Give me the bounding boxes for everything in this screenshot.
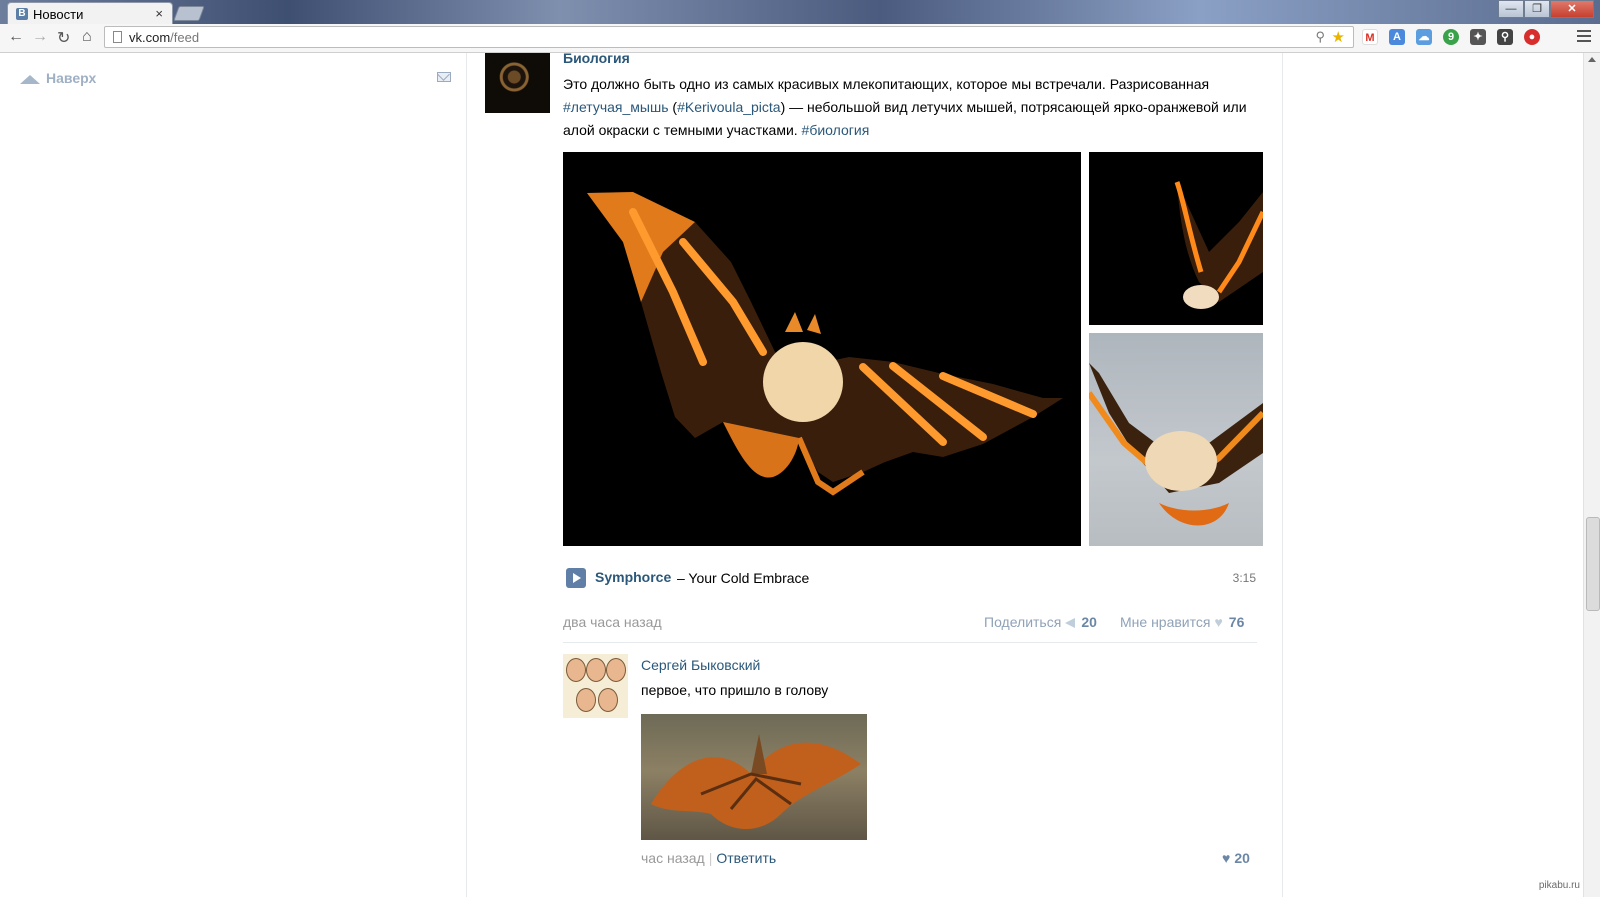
- comment-separator: |: [708, 850, 713, 866]
- avatar-face: [566, 658, 586, 682]
- star-icon[interactable]: ★: [1332, 28, 1345, 46]
- feed-right-border: [1282, 53, 1283, 897]
- like-count: 76: [1228, 614, 1245, 630]
- scroll-up-icon[interactable]: [1588, 57, 1596, 62]
- heart-icon: ♥: [1222, 850, 1231, 866]
- comment-photo[interactable]: [641, 714, 867, 840]
- share-label: Поделиться: [984, 614, 1062, 630]
- comments-divider: [563, 642, 1257, 643]
- group-avatar[interactable]: [485, 53, 550, 113]
- tab-title: Новости: [33, 7, 84, 22]
- window-titlebar: B Новости × — ❐ ✕: [0, 0, 1600, 24]
- share-count: 20: [1081, 614, 1097, 630]
- post-meta: два часа назад Поделиться 20 Мне нравится…: [563, 614, 1257, 634]
- address-bar[interactable]: vk.com/feed ⚲ ★: [104, 26, 1354, 48]
- bat-illustration: [587, 192, 1063, 496]
- vk-feed-page: Наверх Биология Это должно быть одно из …: [0, 50, 1600, 897]
- post-text-part2: (: [668, 99, 678, 115]
- audio-title: – Your Cold Embrace: [677, 570, 810, 586]
- feed-left-border: [466, 53, 467, 897]
- mail-icon[interactable]: [437, 72, 451, 82]
- audio-artist-link[interactable]: Symphorce: [595, 569, 671, 585]
- link-extension-icon[interactable]: ⚲: [1497, 29, 1513, 45]
- avatar-face: [576, 688, 596, 712]
- up-arrow-icon: [20, 75, 40, 84]
- comment-author-link[interactable]: Сергей Быковский: [641, 657, 760, 673]
- audio-duration: 3:15: [1232, 571, 1256, 585]
- hashtag-bat-link[interactable]: #летучая_мышь: [563, 99, 669, 115]
- post-author-link[interactable]: Биология: [563, 50, 630, 66]
- bat-closeup-illustration: [1089, 363, 1263, 526]
- vk-favicon-icon: B: [16, 8, 28, 20]
- url-path: /feed: [170, 30, 200, 45]
- scroll-top-button[interactable]: Наверх: [20, 70, 96, 86]
- like-button[interactable]: Мне нравится ♥ 76: [1120, 614, 1244, 630]
- like-label: Мне нравится: [1120, 614, 1211, 630]
- scroll-thumb[interactable]: [1586, 517, 1600, 611]
- forward-icon[interactable]: →: [32, 28, 48, 46]
- zoom-icon[interactable]: ⚲: [1315, 29, 1325, 45]
- translate-extension-icon[interactable]: A: [1389, 29, 1405, 45]
- evernote-extension-icon[interactable]: 9: [1443, 29, 1459, 45]
- heart-icon: ♥: [1214, 614, 1223, 630]
- reply-button[interactable]: Ответить: [716, 850, 776, 866]
- gmail-extension-icon[interactable]: M: [1362, 29, 1378, 45]
- comment-time-link[interactable]: час назад: [641, 850, 705, 866]
- post-text-part1: Это должно быть одно из самых красивых м…: [563, 76, 1210, 92]
- menu-icon[interactable]: [1577, 30, 1591, 45]
- hashtag-species-link[interactable]: #Kerivoula_picta: [677, 99, 781, 115]
- cloud-extension-icon[interactable]: ☁: [1416, 29, 1432, 45]
- maximize-button[interactable]: ❐: [1524, 0, 1550, 18]
- comment-avatar[interactable]: [563, 654, 628, 718]
- back-icon[interactable]: ←: [8, 28, 24, 46]
- url-host: vk.com: [129, 30, 171, 45]
- post-photo-side-2[interactable]: [1089, 333, 1263, 546]
- comment-like-button[interactable]: ♥ 20: [1222, 850, 1250, 866]
- share-button[interactable]: Поделиться 20: [984, 614, 1097, 630]
- play-icon[interactable]: [566, 568, 586, 588]
- browser-tab[interactable]: B Новости ×: [7, 2, 173, 24]
- bat-illustration-small: [1174, 181, 1263, 309]
- audio-attachment: Symphorce – Your Cold Embrace 3:15: [566, 567, 1256, 589]
- post-text: Это должно быть одно из самых красивых м…: [563, 73, 1253, 142]
- adblock-extension-icon[interactable]: ●: [1524, 29, 1540, 45]
- tab-close-button[interactable]: ×: [155, 6, 163, 21]
- browser-toolbar: ← → ↻ ⌂ vk.com/feed ⚲ ★ M A ☁ 9 ✦ ⚲ ●: [0, 24, 1600, 53]
- page-icon: [113, 31, 122, 43]
- new-tab-button[interactable]: [173, 6, 205, 21]
- scroll-top-label: Наверх: [46, 70, 97, 86]
- comment-meta: час назад | Ответить: [641, 850, 776, 866]
- avatar-face: [606, 658, 626, 682]
- window-controls: — ❐ ✕: [1498, 0, 1594, 18]
- home-icon[interactable]: ⌂: [82, 28, 92, 46]
- page-scrollbar[interactable]: [1583, 53, 1600, 897]
- url-text[interactable]: vk.com/feed: [129, 30, 199, 45]
- watermark-text: pikabu.ru: [1538, 880, 1580, 891]
- dragon-illustration: [651, 734, 861, 829]
- hashtag-biology-link[interactable]: #биология: [802, 122, 870, 138]
- comment-text: первое, что пришло в голову: [641, 682, 829, 698]
- post-photo-main[interactable]: [563, 152, 1081, 546]
- close-window-button[interactable]: ✕: [1550, 0, 1594, 18]
- puzzle-extension-icon[interactable]: ✦: [1470, 29, 1486, 45]
- comment-like-count: 20: [1234, 850, 1250, 866]
- avatar-face: [598, 688, 618, 712]
- avatar-face: [586, 658, 606, 682]
- reload-icon[interactable]: ↻: [57, 28, 70, 48]
- minimize-button[interactable]: —: [1498, 0, 1524, 18]
- post-time-link[interactable]: два часа назад: [563, 614, 662, 630]
- post-photo-side-1[interactable]: [1089, 152, 1263, 325]
- share-icon: [1065, 618, 1076, 628]
